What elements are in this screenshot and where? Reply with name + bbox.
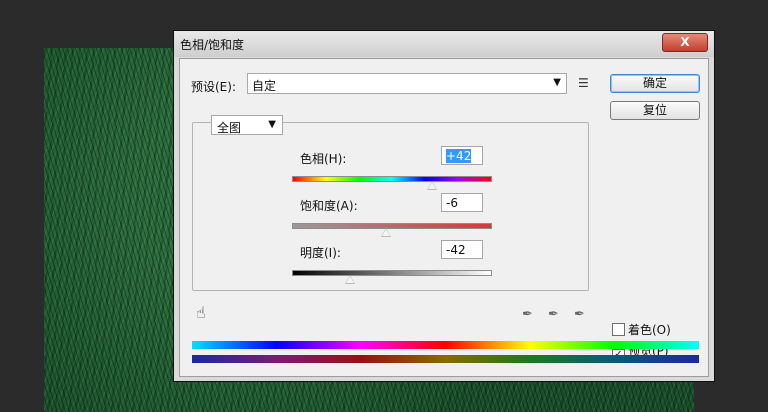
range-value: 全图 (217, 121, 242, 135)
preset-label: 预设(E): (191, 80, 236, 94)
preset-select[interactable]: 自定 ▼ (247, 73, 567, 94)
lightness-value: -42 (446, 243, 466, 257)
hue-value: +42 (446, 149, 472, 163)
hue-label: 色相(H): (300, 152, 347, 166)
hand-adjust-icon[interactable]: ☝ (196, 303, 206, 322)
dialog-title: 色相/饱和度 (180, 38, 245, 52)
ok-button[interactable]: 确定 (610, 74, 700, 93)
range-select[interactable]: 全图 ▼ (211, 115, 283, 135)
hue-value-field[interactable]: +42 (441, 146, 483, 165)
hue-saturation-dialog: 色相/饱和度 X 预设(E): 自定 ▼ ☰ 确定 复位 全图 ▼ 色相(H):… (173, 30, 715, 382)
eyedropper-icon[interactable]: ✒ (522, 307, 533, 322)
output-color-bar (192, 355, 699, 363)
preset-options-icon[interactable]: ☰ (578, 76, 589, 90)
eyedropper-minus-icon[interactable]: ✒ (574, 307, 585, 322)
preset-value: 自定 (252, 79, 277, 93)
chevron-down-icon: ▼ (268, 119, 276, 130)
hue-slider-track[interactable] (292, 176, 492, 182)
adjustment-group (192, 122, 589, 291)
hue-slider-thumb[interactable] (427, 181, 437, 190)
chevron-down-icon: ▼ (553, 77, 561, 88)
lightness-label: 明度(I): (300, 246, 341, 260)
lightness-slider-thumb[interactable] (345, 275, 355, 284)
saturation-value-field[interactable]: -6 (441, 193, 483, 212)
dialog-body: 预设(E): 自定 ▼ ☰ 确定 复位 全图 ▼ 色相(H): +42 饱和度(… (179, 58, 709, 377)
saturation-label: 饱和度(A): (300, 199, 358, 213)
saturation-slider-track[interactable] (292, 223, 492, 229)
saturation-slider-thumb[interactable] (381, 228, 391, 237)
colorize-option[interactable]: 着色(O) (612, 321, 671, 338)
reset-button[interactable]: 复位 (610, 101, 700, 120)
title-bar[interactable]: 色相/饱和度 X (174, 31, 714, 57)
input-color-bar (192, 341, 699, 349)
colorize-checkbox[interactable] (612, 323, 625, 336)
lightness-slider-track[interactable] (292, 270, 492, 276)
lightness-value-field[interactable]: -42 (441, 240, 483, 259)
colorize-label: 着色(O) (628, 323, 671, 337)
close-button[interactable]: X (662, 33, 708, 52)
eyedropper-plus-icon[interactable]: ✒ (548, 307, 559, 322)
saturation-value: -6 (446, 196, 458, 210)
